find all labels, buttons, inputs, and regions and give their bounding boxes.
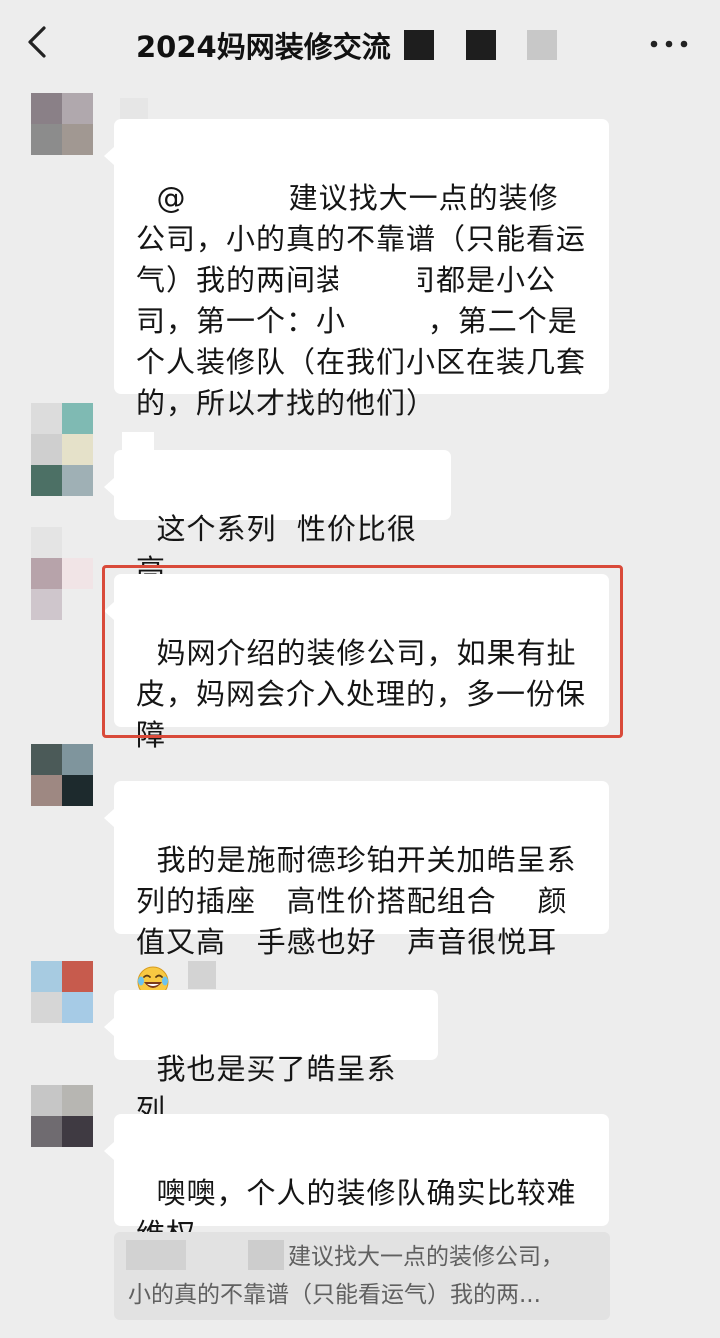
- avatar[interactable]: [31, 1085, 93, 1147]
- avatar[interactable]: [31, 527, 93, 620]
- redaction-block: [466, 30, 496, 60]
- message-text: @ 建议找大一点的装修公司，小的真的不靠谱（只能看运气）我的两间装修公司都是小公…: [136, 181, 587, 420]
- chevron-left-icon: [28, 26, 46, 58]
- more-options-button[interactable]: [640, 26, 700, 62]
- redaction-block: [527, 30, 557, 60]
- back-button[interactable]: [18, 22, 58, 62]
- avatar[interactable]: [31, 961, 93, 1023]
- redaction-block: [404, 30, 434, 60]
- avatar[interactable]: [31, 403, 93, 496]
- avatar[interactable]: [31, 93, 93, 155]
- quote-line-1: 建议找大一点的装修公司，: [288, 1244, 564, 1270]
- chat-header: 2024妈网装修交流: [0, 0, 720, 88]
- avatar[interactable]: [31, 744, 93, 806]
- name-redacted: [338, 262, 418, 296]
- chat-title: 2024妈网装修交流: [136, 30, 391, 64]
- message-bubble[interactable]: 我的是施耐德珍铂开关加皓呈系列的插座 高性价搭配组合 颜值又高 手感也好 声音很…: [104, 781, 609, 998]
- quote-name-redacted: [126, 1240, 186, 1270]
- quoted-message[interactable]: 建议找大一点的装修公司， 小的真的不靠谱（只能看运气）我的两...: [114, 1232, 610, 1320]
- quote-name-redacted: [248, 1240, 284, 1270]
- quote-line-2: 小的真的不靠谱（只能看运气）我的两...: [128, 1282, 541, 1308]
- mention-redacted: [170, 140, 270, 174]
- message-text: 我的是施耐德珍铂开关加皓呈系列的插座 高性价搭配组合 颜值又高 手感也好 声音很…: [136, 843, 577, 959]
- highlight-box: [102, 565, 623, 738]
- message-bubble[interactable]: 这个系列 性价比很高: [104, 450, 451, 587]
- ellipsis-icon: [650, 40, 688, 48]
- nickname-redacted: [188, 961, 216, 989]
- message-bubble[interactable]: 我也是买了皓呈系列: [104, 990, 438, 1127]
- message-bubble[interactable]: 噢噢，个人的装修队确实比较难维权: [104, 1114, 609, 1251]
